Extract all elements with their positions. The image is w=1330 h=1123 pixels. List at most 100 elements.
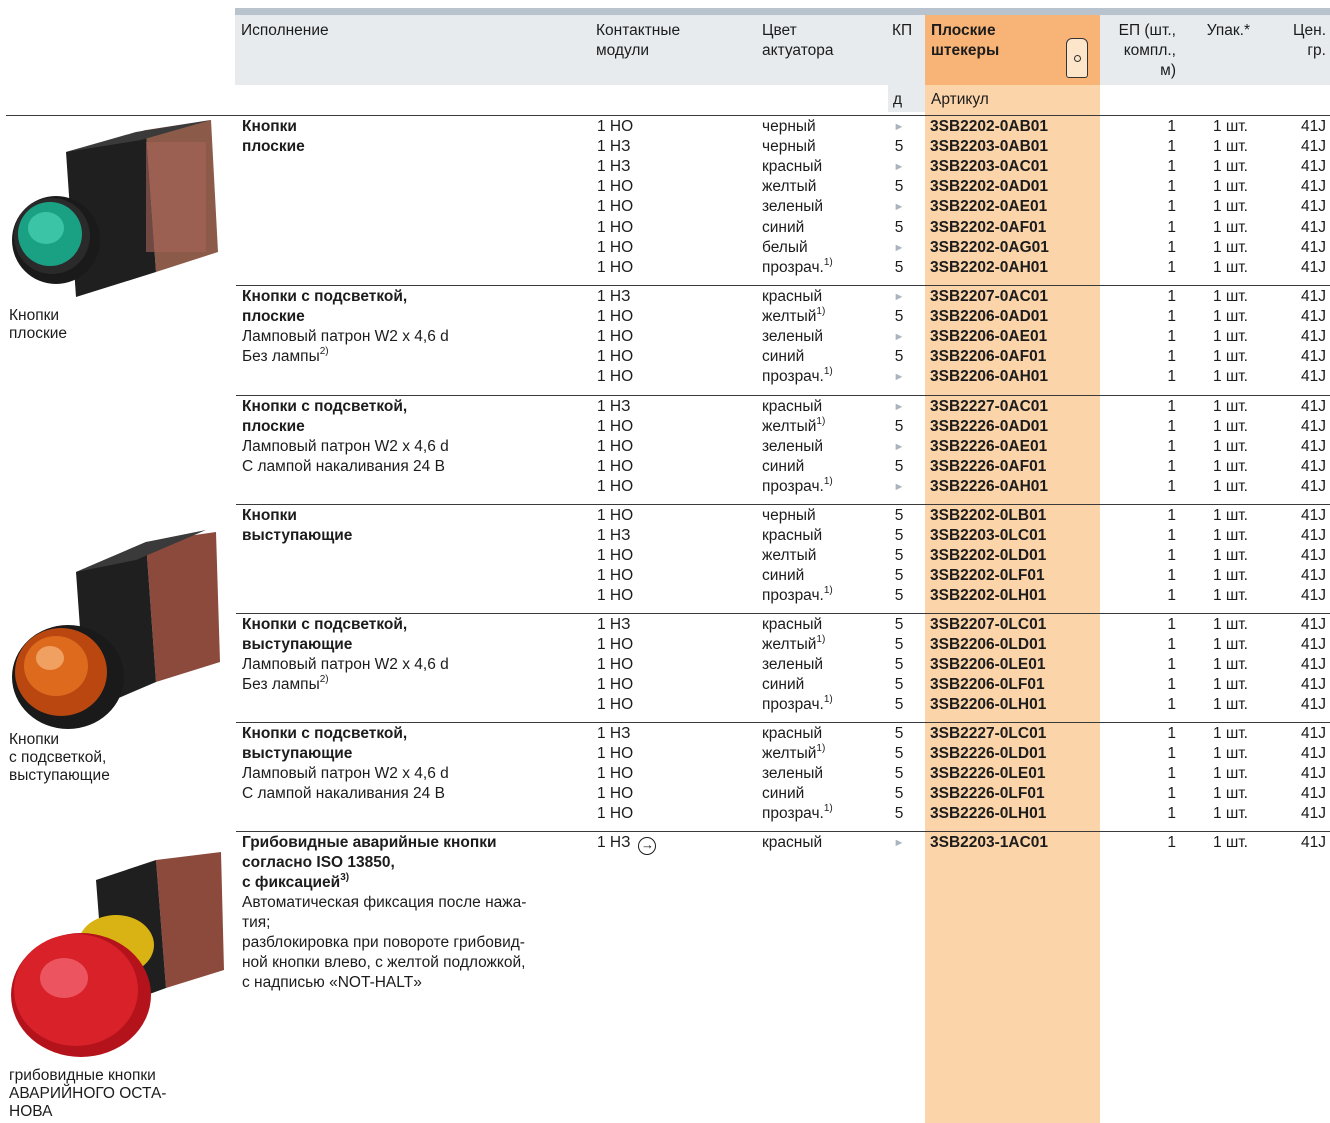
- delivery-time: 5: [894, 138, 904, 156]
- group-separator: [236, 613, 1330, 614]
- actuator-color: прозрач.1): [762, 585, 833, 605]
- packing-unit: 1: [1167, 478, 1176, 496]
- contact-module: 1 НО: [597, 418, 634, 436]
- article-number: 3SB2227-0LC01: [930, 725, 1047, 742]
- price-group: 41J: [1301, 238, 1326, 256]
- package: 1 шт.: [1212, 745, 1248, 763]
- packing-unit: 1: [1167, 567, 1176, 585]
- actuator-color: красный: [762, 616, 823, 633]
- table-row: 1 НО желтый1) 5 3SB2206-0LD01 1 1 шт. 41J: [0, 634, 1330, 655]
- header-article: Артикул: [931, 91, 989, 108]
- packing-unit: 1: [1167, 238, 1176, 256]
- packing-unit: 1: [1167, 656, 1176, 674]
- package: 1 шт.: [1212, 587, 1248, 605]
- article-number: 3SB2206-0AF01: [930, 348, 1047, 366]
- contact-module: 1 НО: [597, 676, 634, 694]
- article-number: 3SB2202-0AG01: [930, 238, 1049, 256]
- actuator-color: синий: [762, 348, 805, 366]
- actuator-color: красный: [762, 527, 823, 545]
- price-group: 41J: [1301, 636, 1326, 654]
- delivery-time: 5: [894, 527, 904, 545]
- actuator-color: желтый: [762, 547, 817, 565]
- table-row: 1 НЗ красный ► 3SB2227-0AC01 1 1 шт. 41J: [0, 397, 1330, 417]
- table-row: 1 НО прозрач.1) ► 3SB2206-0AH01 1 1 шт. 41J: [0, 367, 1330, 387]
- packing-unit: 1: [1167, 458, 1176, 476]
- article-number: 3SB2203-1AC01: [930, 834, 1049, 851]
- price-group: 41J: [1301, 527, 1326, 545]
- table-top-bar: [235, 8, 1330, 15]
- table-row: 1 НЗ черный 5 3SB2203-0AB01 1 1 шт. 41J: [0, 137, 1330, 157]
- package: 1 шт.: [1212, 636, 1248, 654]
- table-row: 1 НО желтый1) 5 3SB2206-0AD01 1 1 шт. 41J: [0, 306, 1330, 327]
- packing-unit: 1: [1167, 328, 1176, 346]
- price-group: 41J: [1301, 547, 1326, 565]
- table-row: 1 НО синий 5 3SB2202-0AF01 1 1 шт. 41J: [0, 218, 1330, 238]
- contact-module: 1 НО: [597, 745, 634, 763]
- delivery-time: 5: [894, 458, 904, 476]
- delivery-time: 5: [894, 676, 904, 694]
- table-row: 1 НО синий 5 3SB2226-0AF01 1 1 шт. 41J: [0, 457, 1330, 477]
- price-group: 41J: [1301, 765, 1326, 783]
- article-number: 3SB2206-0AD01: [930, 308, 1049, 326]
- article-number: 3SB2226-0LF01: [930, 785, 1045, 803]
- contact-module: 1 НО: [597, 478, 634, 496]
- delivery-time: 5: [894, 725, 904, 742]
- article-number: 3SB2206-0LE01: [930, 656, 1046, 674]
- delivery-time: 5: [894, 805, 904, 823]
- packing-unit: 1: [1167, 198, 1176, 216]
- table-row: 1 НЗ красный 5 3SB2207-0LC01 1 1 шт. 41J: [0, 615, 1330, 635]
- delivery-time: ►: [893, 161, 905, 174]
- actuator-color: зеленый: [762, 198, 824, 216]
- delivery-time: 5: [894, 785, 904, 803]
- package: 1 шт.: [1212, 527, 1248, 545]
- table-row: 1 НО черный ► 3SB2202-0AB01 1 1 шт. 41J: [0, 117, 1330, 137]
- actuator-color: черный: [762, 138, 816, 156]
- table-row: 1 НО зеленый 5 3SB2226-0LE01 1 1 шт. 41J: [0, 764, 1330, 784]
- group-detail-line: тия;: [242, 914, 271, 931]
- article-number: 3SB2202-0LB01: [930, 507, 1047, 524]
- packing-unit: 1: [1167, 805, 1176, 823]
- article-number: 3SB2202-0AF01: [930, 218, 1047, 236]
- package: 1 шт.: [1212, 478, 1248, 496]
- article-number: 3SB2226-0LD01: [930, 745, 1047, 763]
- contact-module: 1 НО: [597, 118, 634, 135]
- contact-module: 1 НО: [597, 258, 634, 276]
- contact-module: 1 НО: [597, 438, 634, 456]
- package: 1 шт.: [1212, 725, 1248, 742]
- actuator-color: красный: [762, 834, 823, 851]
- packing-unit: 1: [1167, 587, 1176, 605]
- table-row: 1 НО синий 5 3SB2206-0AF01 1 1 шт. 41J: [0, 347, 1330, 367]
- package: 1 шт.: [1212, 398, 1248, 415]
- article-number: 3SB2202-0AE01: [930, 198, 1048, 216]
- price-group: 41J: [1301, 834, 1326, 851]
- price-group: 41J: [1301, 507, 1326, 524]
- header-flat-plugs: Плоские штекеры: [931, 22, 1000, 59]
- price-group: 41J: [1301, 458, 1326, 476]
- article-number: 3SB2206-0LH01: [930, 696, 1047, 714]
- packing-unit: 1: [1167, 418, 1176, 436]
- contact-module: 1 НО: [597, 656, 634, 674]
- package: 1 шт.: [1212, 805, 1248, 823]
- group-separator: [236, 285, 1330, 286]
- table-row: 1 НО прозрач.1) 5 3SB2206-0LH01 1 1 шт. 41J: [0, 695, 1330, 715]
- contact-module: 1 НО: [597, 785, 634, 803]
- packing-unit: 1: [1167, 745, 1176, 763]
- packing-unit: 1: [1167, 765, 1176, 783]
- contact-module: 1 НО: [597, 198, 634, 216]
- package: 1 шт.: [1212, 418, 1248, 436]
- article-number: 3SB2203-0LC01: [930, 527, 1047, 545]
- delivery-time: ►: [893, 121, 905, 133]
- contact-module: 1 НО: [597, 218, 634, 236]
- table-row: 1 НО желтый 5 3SB2202-0LD01 1 1 шт. 41J: [0, 546, 1330, 566]
- packing-unit: 1: [1167, 616, 1176, 633]
- delivery-time: 5: [894, 616, 904, 633]
- contact-module: 1 НЗ: [597, 158, 631, 176]
- price-group: 41J: [1301, 676, 1326, 694]
- group-separator: [236, 722, 1330, 723]
- contact-module: 1 НО: [597, 368, 634, 386]
- actuator-color: зеленый: [762, 328, 824, 346]
- delivery-time: 5: [894, 587, 904, 605]
- packing-unit: 1: [1167, 348, 1176, 366]
- price-group: 41J: [1301, 398, 1326, 415]
- package: 1 шт.: [1212, 676, 1248, 694]
